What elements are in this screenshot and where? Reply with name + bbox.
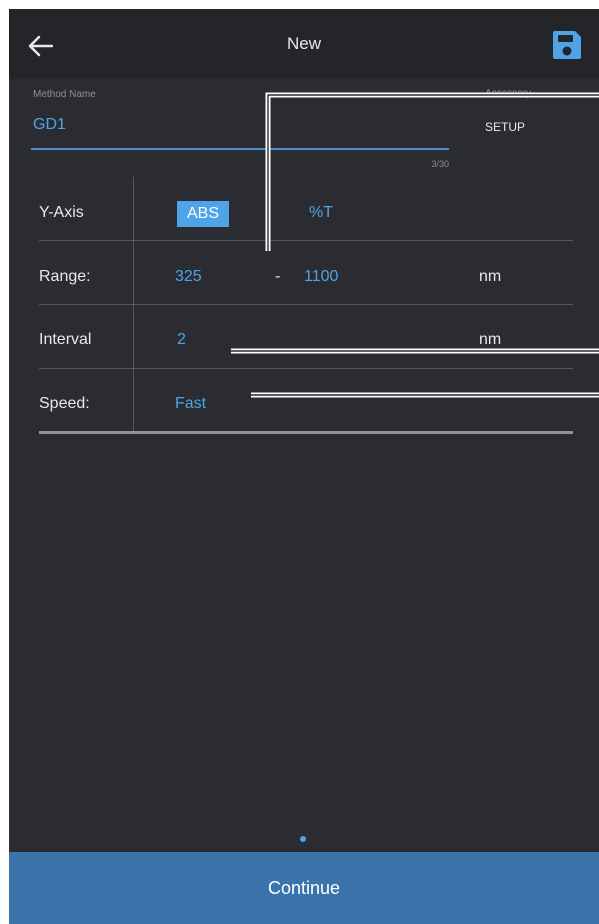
method-name-label: Method Name — [33, 89, 96, 100]
continue-button[interactable]: Continue — [9, 852, 599, 924]
save-icon — [553, 31, 581, 59]
character-counter: 3/30 — [431, 159, 449, 169]
back-button[interactable] — [23, 29, 57, 63]
row-divider — [39, 240, 573, 241]
interval-value[interactable]: 2 — [177, 331, 186, 349]
accessory-label: Accessory — [485, 88, 532, 99]
interval-label: Interval — [39, 331, 92, 348]
app-screen: New Method Name 3/30 Accessory SETUP Y-A… — [9, 9, 599, 924]
page-indicator-dot — [300, 836, 306, 842]
interval-unit: nm — [479, 331, 502, 348]
speed-label: Speed: — [39, 395, 90, 412]
range-label: Range: — [39, 268, 91, 285]
y-axis-percent-t-option[interactable]: %T — [309, 204, 333, 222]
method-name-underline — [31, 148, 449, 150]
save-button[interactable] — [549, 27, 585, 63]
app-bar: New — [9, 9, 599, 79]
range-unit: nm — [479, 268, 502, 285]
range-separator: - — [275, 268, 281, 285]
row-divider — [39, 368, 573, 369]
speed-value[interactable]: Fast — [175, 395, 206, 413]
y-axis-label: Y-Axis — [39, 204, 84, 221]
range-start-value[interactable]: 325 — [175, 268, 202, 286]
accessory-setup-button[interactable]: SETUP — [485, 120, 525, 134]
arrow-left-icon — [28, 35, 53, 57]
table-bottom-border — [39, 431, 573, 434]
method-name-input[interactable] — [31, 113, 453, 137]
y-axis-abs-option[interactable]: ABS — [177, 201, 229, 227]
row-divider — [39, 304, 573, 305]
page-title: New — [286, 34, 321, 53]
range-end-value[interactable]: 1100 — [304, 268, 338, 286]
